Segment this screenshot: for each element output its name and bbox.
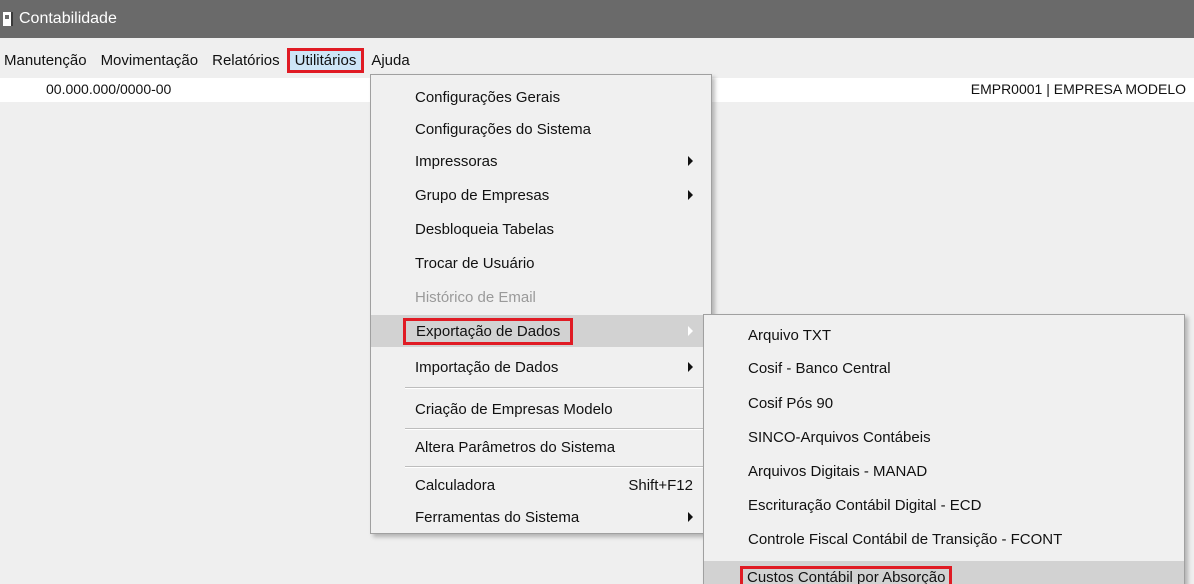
menu-ajuda[interactable]: Ajuda xyxy=(364,49,416,72)
submenu-arrow-icon xyxy=(688,326,693,336)
menu-utilitarios[interactable]: Utilitários xyxy=(286,47,365,73)
menuitem-configuracoes-sistema[interactable]: Configurações do Sistema xyxy=(371,113,711,145)
submenu-arquivo-txt[interactable]: Arquivo TXT xyxy=(704,319,1184,352)
menuitem-historico-email: Histórico de Email xyxy=(415,288,536,306)
window-title: Contabilidade xyxy=(19,10,117,27)
submenu-arrow-icon xyxy=(688,362,693,372)
menuitem-grupo-empresas[interactable]: Grupo de Empresas xyxy=(371,179,711,211)
menuitem-trocar-usuario[interactable]: Trocar de Usuário xyxy=(371,247,711,279)
menuitem-importacao-dados[interactable]: Importação de Dados xyxy=(371,351,711,383)
utilitarios-dropdown: Configurações Gerais Configurações do Si… xyxy=(370,74,712,534)
submenu-sinco[interactable]: SINCO-Arquivos Contábeis xyxy=(704,421,1184,454)
menuitem-desbloqueia-tabelas[interactable]: Desbloqueia Tabelas xyxy=(371,213,711,245)
menuitem-altera-parametros[interactable]: Altera Parâmetros do Sistema xyxy=(371,431,711,463)
submenu-ecd[interactable]: Escrituração Contábil Digital - ECD xyxy=(704,489,1184,522)
menu-relatorios[interactable]: Relatórios xyxy=(205,49,287,72)
submenu-arrow-icon xyxy=(688,512,693,522)
submenu-arrow-icon xyxy=(688,156,693,166)
company-label: EMPR0001 | EMPRESA MODELO xyxy=(970,81,1186,97)
submenu-manad[interactable]: Arquivos Digitais - MANAD xyxy=(704,455,1184,488)
shortcut-label: Shift+F12 xyxy=(628,476,693,494)
menuitem-exportacao-dados[interactable]: Exportação de Dados xyxy=(371,315,711,347)
title-bar: Contabilidade xyxy=(0,0,1194,38)
submenu-cosif-pos-90[interactable]: Cosif Pós 90 xyxy=(704,387,1184,420)
cnpj-label: 00.000.000/0000-00 xyxy=(46,81,172,97)
menu-separator xyxy=(405,428,709,430)
submenu-custos-absorcao[interactable]: Custos Contábil por Absorção xyxy=(704,561,1184,584)
menuitem-ferramentas-sistema[interactable]: Ferramentas do Sistema xyxy=(371,501,711,533)
menuitem-configuracoes-gerais[interactable]: Configurações Gerais xyxy=(371,81,711,113)
menu-separator xyxy=(405,387,709,389)
menu-movimentacao[interactable]: Movimentação xyxy=(94,49,206,72)
menuitem-calculadora[interactable]: Calculadora Shift+F12 xyxy=(371,469,711,501)
submenu-cosif-banco-central[interactable]: Cosif - Banco Central xyxy=(704,352,1184,385)
submenu-arrow-icon xyxy=(688,190,693,200)
exportacao-submenu: Arquivo TXT Cosif - Banco Central Cosif … xyxy=(703,314,1185,584)
menu-bar: Manutenção Movimentação Relatórios Utili… xyxy=(0,46,1194,74)
menu-manutencao[interactable]: Manutenção xyxy=(0,49,94,72)
menuitem-criacao-empresas-modelo[interactable]: Criação de Empresas Modelo xyxy=(371,393,711,425)
submenu-fcont[interactable]: Controle Fiscal Contábil de Transição - … xyxy=(704,523,1184,556)
app-icon[interactable] xyxy=(3,12,13,26)
menuitem-impressoras[interactable]: Impressoras xyxy=(371,145,711,177)
menu-separator xyxy=(405,466,709,468)
